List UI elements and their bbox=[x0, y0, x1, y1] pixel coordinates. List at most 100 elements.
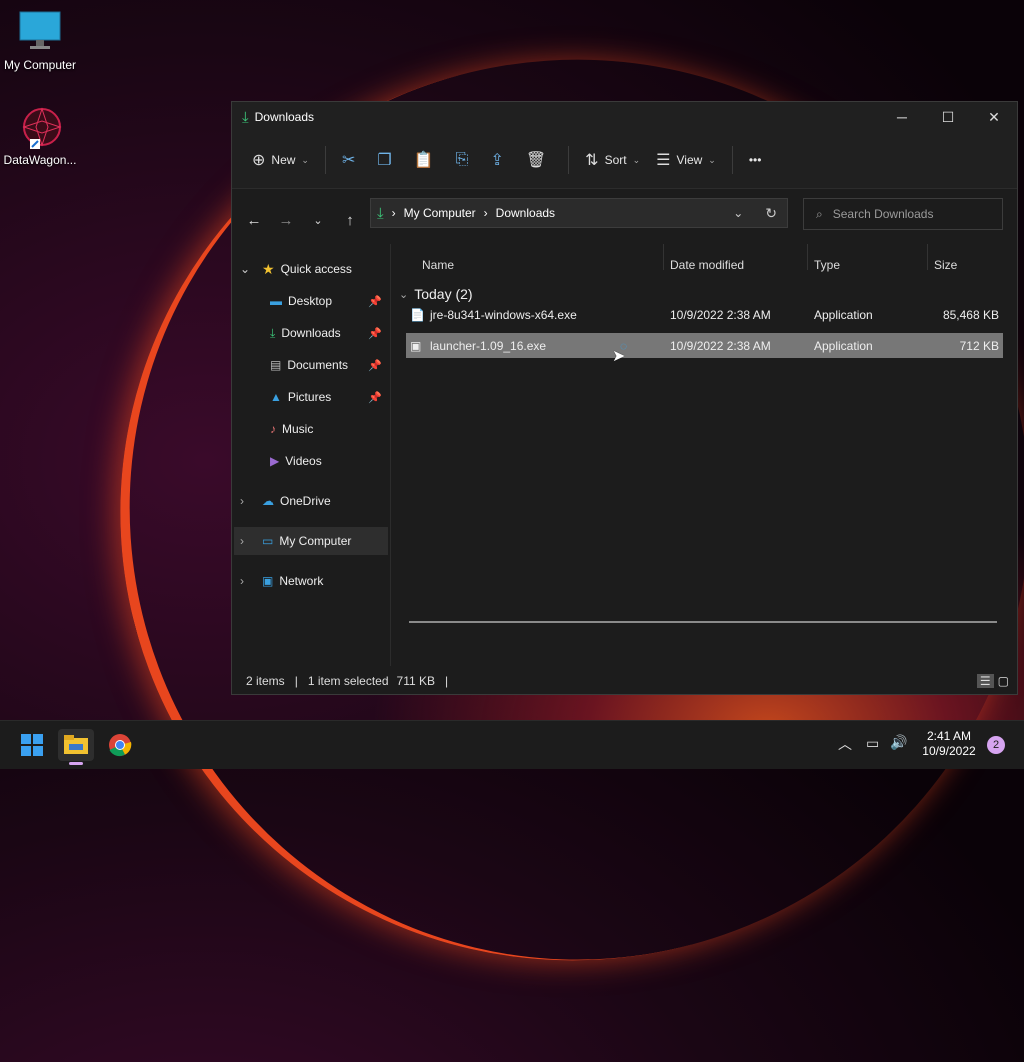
monitor-icon: ▭ bbox=[262, 534, 274, 548]
chevron-right-icon: › bbox=[240, 534, 244, 548]
clock-time: 2:41 AM bbox=[926, 729, 972, 743]
breadcrumb-my-computer[interactable]: My Computer bbox=[404, 206, 476, 220]
column-header-size[interactable]: Size bbox=[934, 254, 957, 276]
column-header-date[interactable]: Date modified bbox=[670, 254, 744, 276]
nav-item-music[interactable]: ♪ Music bbox=[270, 416, 313, 442]
status-item-count: 2 items bbox=[246, 674, 285, 688]
file-size: 85,468 KB bbox=[942, 307, 999, 322]
desktop-icon-my-computer[interactable]: My Computer bbox=[0, 10, 80, 72]
sort-button[interactable]: ⇅ Sort ⌄ bbox=[577, 144, 648, 176]
start-button[interactable] bbox=[14, 729, 50, 761]
nav-item-videos[interactable]: ▶ Videos bbox=[270, 448, 322, 474]
address-bar[interactable]: ⤓ › My Computer › Downloads ⌄ ↻ bbox=[370, 198, 788, 228]
recent-locations-button[interactable]: ⌄ bbox=[302, 214, 334, 227]
video-icon: ▶ bbox=[270, 454, 280, 468]
paste-button[interactable]: 📋 bbox=[406, 144, 448, 176]
copy-icon: ❐ bbox=[377, 152, 392, 169]
nav-item-my-computer[interactable]: › ▭ My Computer bbox=[234, 527, 388, 555]
breadcrumb-separator: › bbox=[483, 206, 488, 220]
horizontal-scrollbar[interactable] bbox=[409, 621, 997, 623]
desktop-icon-datawagon[interactable]: DataWagon... bbox=[0, 105, 80, 167]
up-button[interactable]: ↑ bbox=[334, 212, 366, 229]
window-title: Downloads bbox=[254, 110, 315, 124]
copy-button[interactable]: ❐ bbox=[369, 144, 405, 176]
status-selected: 1 item selected bbox=[307, 674, 389, 688]
column-header-type[interactable]: Type bbox=[814, 254, 840, 276]
chevron-down-icon: ⌄ bbox=[301, 154, 309, 165]
clipboard-icon: 📋 bbox=[413, 152, 434, 169]
delete-button[interactable]: 🗑 bbox=[518, 144, 560, 176]
picture-icon: ▲ bbox=[270, 390, 282, 404]
application-icon: ▣ bbox=[410, 338, 422, 353]
breadcrumb-separator: › bbox=[391, 206, 396, 220]
desktop-icon-label: My Computer bbox=[3, 58, 77, 72]
nav-item-pictures[interactable]: ▲ Pictures 📌 bbox=[270, 384, 386, 410]
chevron-down-icon[interactable]: ⌄ bbox=[733, 206, 743, 220]
volume-icon[interactable]: 🔊 bbox=[890, 734, 907, 751]
chrome-taskbar-button[interactable] bbox=[102, 729, 138, 761]
download-arrow-icon: ⤓ bbox=[242, 108, 249, 126]
status-size: 711 KB bbox=[396, 674, 436, 688]
table-row-selected[interactable]: ▣ launcher-1.09_16.exe ◌ 10/9/2022 2:38 … bbox=[406, 333, 1003, 358]
nav-item-desktop[interactable]: ▬ Desktop 📌 bbox=[270, 288, 386, 314]
download-arrow-icon: ⤓ bbox=[377, 204, 384, 222]
tiles-view-button[interactable]: ▢ bbox=[998, 674, 1009, 688]
breadcrumb-downloads[interactable]: Downloads bbox=[496, 206, 555, 220]
search-input[interactable]: ⌕ Search Downloads bbox=[803, 198, 1003, 230]
nav-item-label: Pictures bbox=[287, 390, 332, 404]
file-name: launcher-1.09_16.exe bbox=[430, 338, 547, 353]
trash-icon: 🗑 bbox=[525, 152, 547, 169]
pin-icon: 📌 bbox=[368, 295, 382, 308]
view-button[interactable]: ☰ View ⌄ bbox=[648, 144, 724, 176]
file-date: 10/9/2022 2:38 AM bbox=[670, 307, 771, 322]
details-view-button[interactable]: ☰ bbox=[976, 674, 994, 688]
pin-icon: 📌 bbox=[368, 327, 382, 340]
back-button[interactable]: ← bbox=[238, 212, 270, 229]
column-header-name[interactable]: Name bbox=[422, 254, 454, 276]
column-divider[interactable] bbox=[807, 244, 808, 270]
command-bar: ⊕ New ⌄ ✂ ❐ 📋 ⎘ ⇪ 🗑 ⇅ Sort ⌄ ☰ View ⌄ ••… bbox=[232, 132, 1017, 189]
quick-access[interactable]: ⌄ ★ Quick access bbox=[240, 256, 352, 282]
cut-button[interactable]: ✂ bbox=[334, 144, 369, 176]
network-status-icon[interactable]: ▭ bbox=[866, 735, 879, 752]
scissors-icon: ✂ bbox=[341, 152, 356, 169]
column-divider[interactable] bbox=[927, 244, 928, 270]
quick-access-label: Quick access bbox=[280, 262, 352, 276]
file-explorer-taskbar-button[interactable] bbox=[58, 729, 94, 765]
forward-button[interactable]: → bbox=[270, 212, 302, 229]
download-arrow-icon: ⤓ bbox=[270, 325, 276, 340]
file-type: Application bbox=[814, 307, 873, 322]
show-hidden-icons-button[interactable]: ︿ bbox=[838, 734, 852, 754]
sort-icon: ⇅ bbox=[585, 152, 599, 169]
more-options-button[interactable]: ••• bbox=[741, 144, 770, 176]
cloud-icon: ☁ bbox=[262, 494, 274, 508]
rename-icon: ⎘ bbox=[455, 151, 469, 168]
column-divider[interactable] bbox=[663, 244, 664, 270]
taskbar: ︿ ▭ 🔊 2:41 AM 10/9/2022 2 bbox=[0, 720, 1024, 769]
refresh-icon[interactable]: ↻ bbox=[765, 205, 777, 222]
new-button[interactable]: ⊕ New ⌄ bbox=[244, 144, 317, 176]
table-row[interactable]: 📄 jre-8u341-windows-x64.exe 10/9/2022 2:… bbox=[406, 302, 1003, 327]
file-size: 712 KB bbox=[959, 338, 999, 353]
title-bar[interactable]: ⤓ Downloads ─ ☐ ✕ bbox=[232, 102, 1017, 132]
chevron-down-icon: ⌄ bbox=[240, 262, 251, 276]
maximize-button[interactable]: ☐ bbox=[925, 102, 971, 132]
notification-badge[interactable]: 2 bbox=[987, 736, 1005, 754]
nav-item-network[interactable]: › ▣ Network bbox=[240, 568, 323, 594]
rename-button[interactable]: ⎘ bbox=[448, 144, 483, 176]
file-type: Application bbox=[814, 338, 873, 353]
nav-item-documents[interactable]: ▤ Documents 📌 bbox=[270, 352, 386, 378]
datawagon-icon bbox=[18, 105, 62, 149]
group-header-today[interactable]: ⌄ Today (2) bbox=[399, 286, 473, 302]
clock-date: 10/9/2022 bbox=[922, 744, 976, 758]
close-button[interactable]: ✕ bbox=[971, 102, 1017, 132]
nav-item-label: Music bbox=[282, 422, 314, 436]
nav-item-label: Network bbox=[279, 574, 324, 588]
network-icon: ▣ bbox=[262, 574, 274, 588]
minimize-button[interactable]: ─ bbox=[879, 102, 925, 132]
share-button[interactable]: ⇪ bbox=[482, 144, 517, 176]
clock[interactable]: 2:41 AM 10/9/2022 bbox=[918, 729, 980, 759]
nav-item-downloads[interactable]: ⤓ Downloads 📌 bbox=[270, 320, 386, 346]
nav-item-onedrive[interactable]: › ☁ OneDrive bbox=[240, 488, 331, 514]
desktop-icon: ▬ bbox=[270, 294, 282, 308]
